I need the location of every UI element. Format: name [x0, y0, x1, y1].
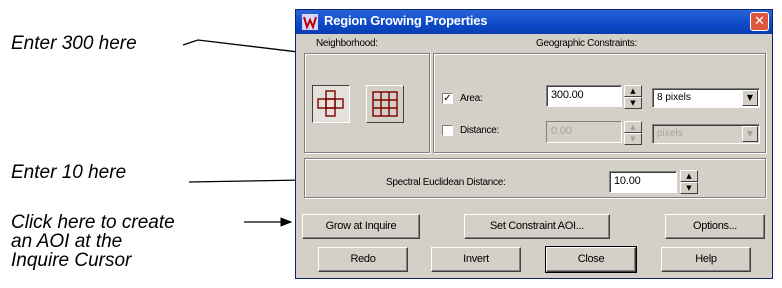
area-spinner[interactable]: ▲ ▼	[624, 85, 642, 109]
grow-at-inquire-button[interactable]: Grow at Inquire	[302, 214, 420, 239]
window-title: Region Growing Properties	[324, 13, 488, 28]
four-neighbor-button[interactable]	[312, 85, 350, 123]
geographic-constraints-label: Geographic Constraints:	[536, 38, 637, 49]
area-label: Area:	[460, 93, 483, 104]
options-button[interactable]: Options...	[665, 214, 765, 239]
eight-neighbor-icon	[372, 91, 398, 117]
close-button[interactable]: Close	[545, 246, 637, 273]
spectral-distance-label: Spectral Euclidean Distance:	[386, 177, 506, 188]
spectral-distance-spinner[interactable]: ▲ ▼	[680, 170, 698, 194]
close-window-button[interactable]: ✕	[750, 12, 769, 31]
help-button[interactable]: Help	[661, 247, 751, 272]
area-checkbox[interactable]: ✓	[442, 93, 453, 104]
eight-neighbor-button[interactable]	[366, 85, 404, 123]
spin-down-icon[interactable]: ▼	[624, 133, 642, 145]
spectral-distance-input[interactable]: 10.00	[609, 171, 677, 193]
distance-checkbox[interactable]	[442, 125, 453, 136]
neighborhood-label: Neighborhood:	[316, 38, 378, 49]
callout-grow-line3: Inquire Cursor	[11, 250, 132, 271]
area-unit-select[interactable]: 8 pixels ▼	[652, 88, 760, 108]
four-neighbor-icon	[317, 90, 344, 117]
chevron-down-icon[interactable]: ▼	[742, 126, 758, 142]
distance-unit-value: pixels	[657, 128, 683, 139]
callout-grow-line1: Click here to create	[11, 212, 175, 233]
distance-spinner[interactable]: ▲ ▼	[624, 121, 642, 145]
callout-distance: Enter 10 here	[11, 162, 127, 183]
distance-label: Distance:	[460, 125, 499, 136]
spin-down-icon[interactable]: ▼	[624, 97, 642, 109]
spin-up-icon[interactable]: ▲	[624, 121, 642, 133]
spin-up-icon[interactable]: ▲	[680, 170, 698, 182]
callout-area: Enter 300 here	[11, 33, 137, 54]
redo-button[interactable]: Redo	[318, 247, 408, 272]
app-icon	[302, 14, 318, 30]
region-growing-dialog: Region Growing Properties ✕ Neighborhood…	[295, 9, 773, 279]
spin-down-icon[interactable]: ▼	[680, 182, 698, 194]
callout-grow-line2: an AOI at the	[11, 231, 123, 252]
invert-button[interactable]: Invert	[431, 247, 521, 272]
chevron-down-icon[interactable]: ▼	[742, 90, 758, 106]
distance-input[interactable]: 0.00	[546, 121, 622, 143]
title-bar[interactable]: Region Growing Properties ✕	[296, 10, 772, 34]
set-constraint-aoi-button[interactable]: Set Constraint AOI...	[464, 214, 610, 239]
spin-up-icon[interactable]: ▲	[624, 85, 642, 97]
distance-unit-select[interactable]: pixels ▼	[652, 124, 760, 144]
area-unit-value: 8 pixels	[657, 92, 691, 103]
close-icon: ✕	[754, 14, 765, 29]
area-input[interactable]: 300.00	[546, 85, 622, 107]
